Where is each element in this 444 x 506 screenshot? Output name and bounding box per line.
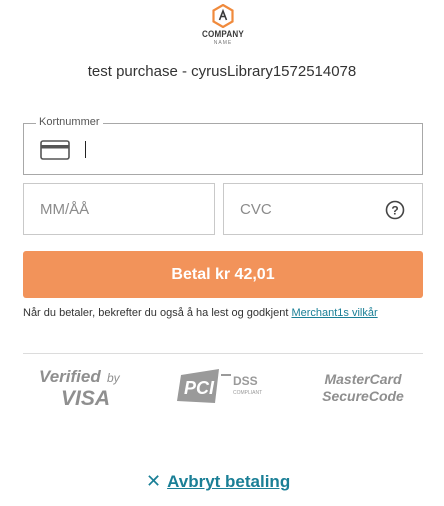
card-number-label: Kortnummer (36, 116, 103, 128)
company-name-sub: NAME (213, 40, 233, 46)
terms-text: Når du betaler, bekrefter du også å ha l… (23, 307, 433, 319)
pci-mark: PCI (184, 378, 215, 398)
cancel-label: Avbryt betaling (167, 472, 291, 491)
pci-dss-logo: PCI DSS COMPLIANT (177, 369, 262, 403)
expiry-field[interactable]: MM/ÅÅ (23, 183, 215, 235)
visa-line1: Verified (39, 367, 101, 386)
verified-by-visa-logo: Verified by VISA (39, 367, 121, 409)
pay-button[interactable]: Betal kr 42,01 (23, 251, 423, 298)
help-icon[interactable]: ? (385, 200, 405, 220)
visa-by: by (107, 371, 121, 385)
security-badges: Verified by VISA PCI DSS COMPLIANT Maste… (23, 365, 423, 415)
visa-line2: VISA (61, 387, 110, 409)
cancel-payment-link[interactable]: ✕ Avbryt betaling (146, 471, 290, 492)
card-number-field[interactable]: Kortnummer (23, 116, 423, 175)
svg-text:?: ? (391, 204, 398, 218)
terms-link[interactable]: Merchant1s vilkår (291, 307, 377, 319)
pci-compliant: COMPLIANT (233, 390, 262, 396)
credit-card-icon (40, 140, 70, 160)
divider (23, 353, 423, 354)
cvc-field[interactable]: CVC ? (223, 183, 423, 235)
text-cursor (85, 141, 86, 158)
mastercard-line1: MasterCard (324, 371, 401, 387)
pci-dss: DSS (233, 374, 258, 388)
expiry-placeholder: MM/ÅÅ (40, 201, 90, 218)
mastercard-securecode-logo: MasterCard SecureCode (322, 371, 404, 404)
terms-label: Når du betaler, bekrefter du også å ha l… (23, 307, 292, 319)
cvc-placeholder: CVC (240, 201, 272, 218)
company-name: COMPANY (202, 29, 244, 40)
company-logo-icon (212, 4, 234, 28)
close-icon: ✕ (146, 471, 162, 491)
company-logo: COMPANY NAME (196, 4, 250, 46)
purchase-description: test purchase - cyrusLibrary1572514078 (87, 63, 357, 80)
mastercard-line2: SecureCode (322, 388, 404, 404)
